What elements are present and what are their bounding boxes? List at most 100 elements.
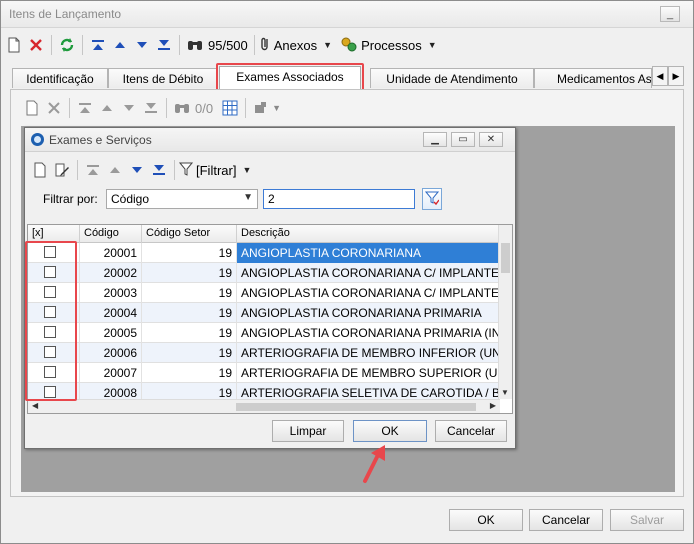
gears-icon	[340, 36, 358, 55]
paperclip-icon	[259, 36, 271, 55]
table-row[interactable]: 20006 19 ARTERIOGRAFIA DE MEMBRO INFERIO…	[28, 343, 500, 363]
sub-record-counter: 0/0	[195, 100, 214, 116]
first-record-icon[interactable]	[82, 159, 104, 181]
previous-record-icon[interactable]	[109, 34, 131, 56]
main-toolbar: 95/500 Anexos ▼ Processos ▼	[3, 31, 691, 59]
column-header-codigo-setor[interactable]: Código Setor	[142, 225, 237, 243]
filtrar-label: [Filtrar]	[196, 162, 237, 178]
exames-servicos-dialog: Exames e Serviços ▁ ▭ ✕ [Filtrar] ▼ Filt…	[24, 127, 516, 449]
vertical-scroll-thumb[interactable]	[501, 243, 510, 273]
salvar-button[interactable]: Salvar	[610, 509, 684, 531]
toolbar-separator	[174, 160, 175, 180]
next-record-icon[interactable]	[126, 159, 148, 181]
horizontal-scrollbar[interactable]: ◀ ▶	[28, 399, 500, 413]
exames-tab-highlight	[216, 63, 364, 91]
dialog-maximize-button[interactable]: ▭	[451, 132, 475, 147]
minimize-button[interactable]: _	[660, 6, 680, 22]
table-row[interactable]: 20002 19 ANGIOPLASTIA CORONARIANA C/ IMP…	[28, 263, 500, 283]
column-header-codigo[interactable]: Código	[80, 225, 142, 243]
limpar-button[interactable]: Limpar	[272, 420, 344, 442]
last-record-icon[interactable]	[153, 34, 175, 56]
next-record-icon[interactable]	[131, 34, 153, 56]
table-row[interactable]: 20001 19 ANGIOPLASTIA CORONARIANA	[28, 243, 500, 263]
new-document-icon[interactable]	[21, 97, 43, 119]
horizontal-scroll-thumb[interactable]	[236, 403, 476, 411]
codigo-cell: 20005	[80, 323, 142, 343]
next-record-icon[interactable]	[118, 97, 140, 119]
dialog-minimize-button[interactable]: ▁	[423, 132, 447, 147]
chevron-down-icon: ▼	[243, 192, 253, 203]
tab-scroll-arrows: ◀ ▶	[652, 66, 684, 86]
tab-identificacao[interactable]: Identificação	[12, 68, 108, 88]
delete-icon[interactable]	[25, 34, 47, 56]
filter-value-input[interactable]	[263, 189, 415, 209]
first-record-icon[interactable]	[87, 34, 109, 56]
scroll-down-icon[interactable]: ▼	[501, 388, 509, 397]
cancelar-button[interactable]: Cancelar	[529, 509, 603, 531]
table-row[interactable]: 20004 19 ANGIOPLASTIA CORONARIANA PRIMAR…	[28, 303, 500, 323]
grid-view-icon[interactable]	[219, 97, 241, 119]
toolbar-separator	[166, 98, 167, 118]
dialog-title: Exames e Serviços	[49, 133, 152, 147]
tab-itens-de-debito[interactable]: Itens de Débito	[108, 68, 218, 88]
descricao-cell: ARTERIOGRAFIA DE MEMBRO INFERIOR (UNILAT…	[237, 343, 500, 363]
table-row[interactable]: 20003 19 ANGIOPLASTIA CORONARIANA C/ IMP…	[28, 283, 500, 303]
chevron-down-icon[interactable]: ▼	[272, 103, 281, 113]
dialog-close-button[interactable]: ✕	[479, 132, 503, 147]
descricao-cell: ANGIOPLASTIA CORONARIANA PRIMARIA (INCLU…	[237, 323, 500, 343]
vertical-scrollbar[interactable]: ▼	[498, 225, 512, 399]
codigo-cell: 20001	[80, 243, 142, 263]
first-record-icon[interactable]	[74, 97, 96, 119]
last-record-icon[interactable]	[140, 97, 162, 119]
scroll-left-icon[interactable]: ◀	[32, 401, 38, 410]
checkbox-column-highlight	[25, 241, 77, 401]
new-document-icon[interactable]	[29, 159, 51, 181]
edit-icon[interactable]	[51, 159, 73, 181]
toolbar-separator	[82, 35, 83, 55]
toolbar-separator	[179, 35, 180, 55]
descricao-cell: ANGIOPLASTIA CORONARIANA C/ IMPLANTE DE …	[237, 263, 500, 283]
delete-icon[interactable]	[43, 97, 65, 119]
last-record-icon[interactable]	[148, 159, 170, 181]
toolbar-separator	[245, 98, 247, 118]
table-row[interactable]: 20007 19 ARTERIOGRAFIA DE MEMBRO SUPERIO…	[28, 363, 500, 383]
filter-field-select[interactable]: Código ▼	[106, 189, 258, 209]
tab-unidade-de-atendimento[interactable]: Unidade de Atendimento	[370, 68, 534, 88]
previous-record-icon[interactable]	[104, 159, 126, 181]
title-bar: Itens de Lançamento _	[1, 1, 693, 28]
binoculars-icon[interactable]	[184, 34, 206, 56]
binoculars-icon[interactable]	[171, 97, 193, 119]
dialog-ok-button[interactable]: OK	[353, 420, 427, 442]
setor-cell: 19	[142, 243, 237, 263]
toolbar-separator	[69, 98, 70, 118]
tab-medicamentos[interactable]: Medicamentos As	[534, 68, 652, 88]
arrow-left-icon[interactable]: ◀	[652, 66, 668, 86]
filter-field-value: Código	[111, 192, 150, 206]
dialog-app-icon	[30, 132, 45, 150]
ok-button[interactable]: OK	[449, 509, 523, 531]
new-document-icon[interactable]	[3, 34, 25, 56]
refresh-icon[interactable]	[56, 34, 78, 56]
setor-cell: 19	[142, 343, 237, 363]
tools-icon[interactable]	[250, 97, 272, 119]
column-header-descricao[interactable]: Descrição	[237, 225, 500, 243]
descricao-cell: ARTERIOGRAFIA DE MEMBRO SUPERIOR (UNILAT	[237, 363, 500, 383]
arrow-right-icon[interactable]: ▶	[668, 66, 684, 86]
window-title: Itens de Lançamento	[9, 7, 122, 21]
table-row[interactable]: 20005 19 ANGIOPLASTIA CORONARIANA PRIMAR…	[28, 323, 500, 343]
processos-menu[interactable]: Processos ▼	[340, 36, 437, 55]
toolbar-separator	[51, 35, 52, 55]
toolbar-separator	[77, 160, 78, 180]
apply-filter-button[interactable]	[422, 188, 442, 210]
scroll-right-icon[interactable]: ▶	[490, 401, 496, 410]
dialog-cancelar-button[interactable]: Cancelar	[435, 420, 507, 442]
anexos-menu[interactable]: Anexos ▼	[259, 36, 332, 55]
descricao-cell: ANGIOPLASTIA CORONARIANA	[237, 243, 500, 263]
previous-record-icon[interactable]	[96, 97, 118, 119]
filtrar-menu[interactable]: [Filtrar] ▼	[178, 161, 252, 180]
chevron-down-icon: ▼	[242, 165, 252, 175]
dialog-toolbar: [Filtrar] ▼	[29, 158, 259, 182]
codigo-cell: 20004	[80, 303, 142, 323]
setor-cell: 19	[142, 323, 237, 343]
chevron-down-icon: ▼	[323, 40, 333, 50]
